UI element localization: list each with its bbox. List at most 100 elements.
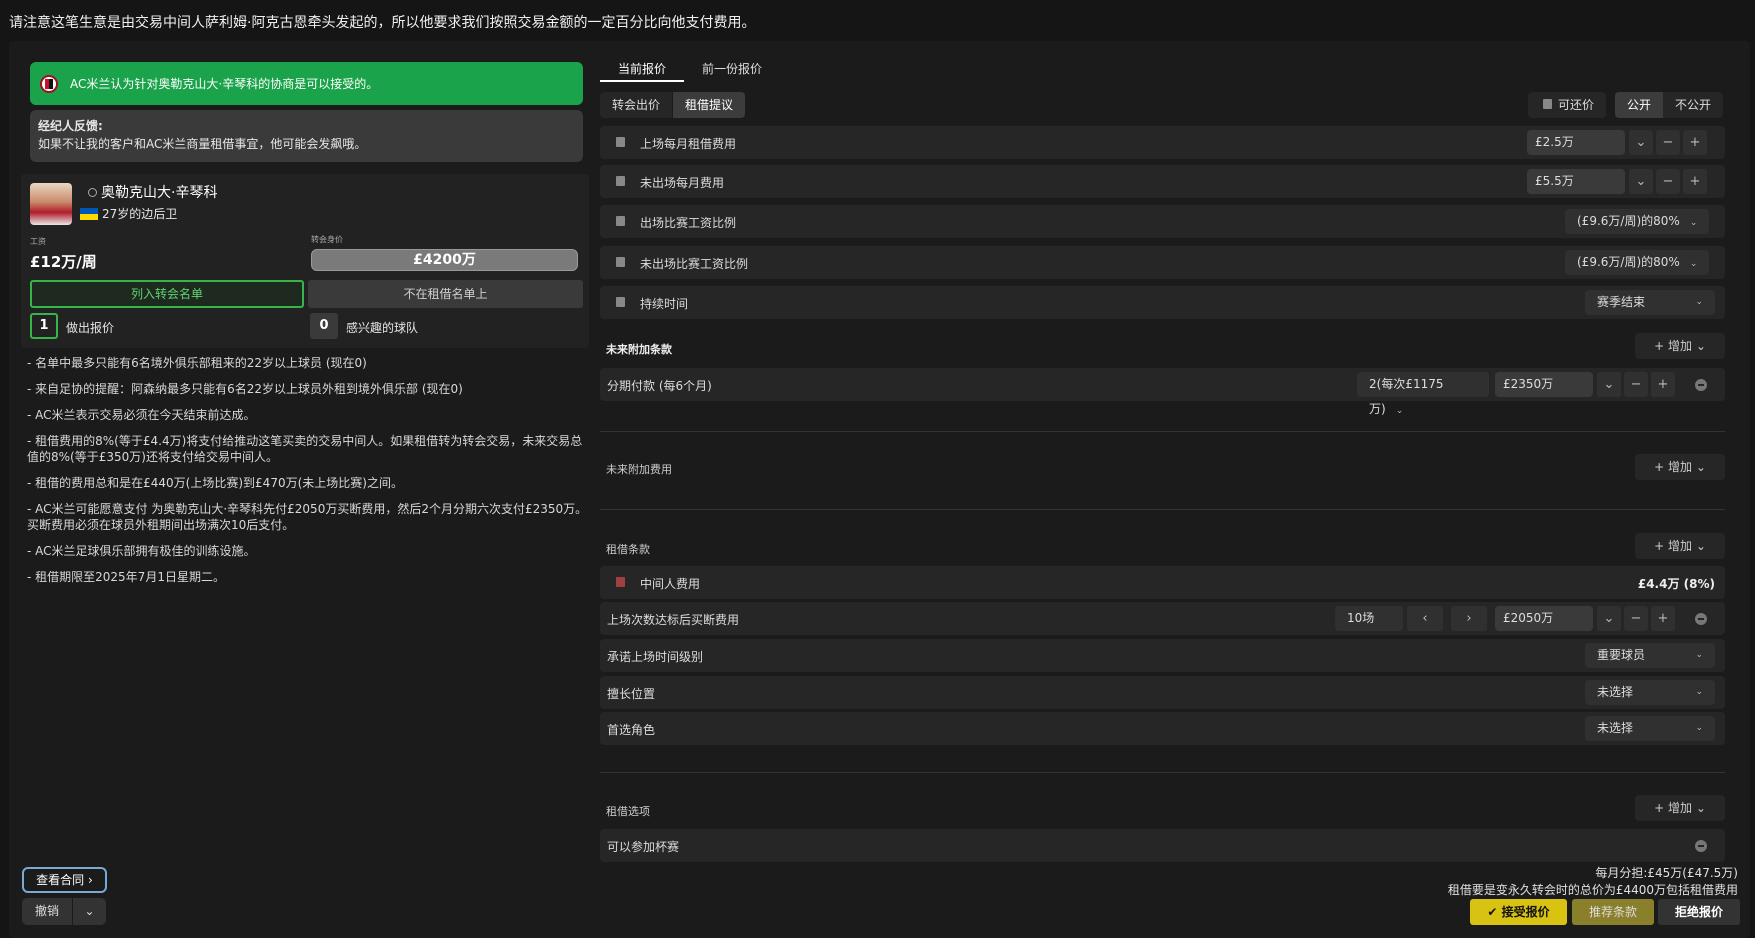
chevron-left-icon[interactable]: ‹ [1407,606,1443,631]
wage-played-dropdown[interactable]: (£9.6万/周)的80% ⌄ [1565,209,1710,234]
row-label: 上场每月租借费用 [640,137,737,151]
minus-button[interactable]: − [1656,130,1680,155]
chevron-down-icon: ⌄ [1395,406,1404,416]
row-label: 中间人费用 [640,577,701,591]
undo-button[interactable]: 撤销 [22,898,72,925]
minus-button[interactable]: − [1656,169,1680,194]
remove-clause-icon[interactable] [1695,613,1707,625]
wage-value: £12万/周 [30,253,97,271]
add-future-clause-button[interactable]: + 增加 ⌄ [1635,333,1725,359]
chevron-down-icon: ⌄ [1695,801,1706,815]
note-item: - 名单中最多只能有6名境外俱乐部租来的22岁以上球员 (现在0) [27,356,367,370]
add-label: 增加 [1667,460,1692,474]
add-label: 增加 [1667,801,1692,815]
note-item: - AC米兰表示交易必须在今天结束前达成。 [27,408,256,422]
note-item: - 租借的费用总和是在£440万(上场比赛)到£470万(未上场比赛)之间。 [27,476,403,490]
chevron-down-icon[interactable]: ⌄ [1597,606,1621,631]
playing-time-dropdown[interactable]: 重要球员 ⌄ [1585,643,1715,668]
lock-icon[interactable] [616,137,625,147]
plus-icon: + [1654,801,1665,815]
plus-icon: + [1654,460,1665,474]
monthly-share-summary: 每月分担:£45万(£47.5万) [1595,866,1738,880]
lock-icon[interactable] [616,257,625,267]
divider [600,509,1725,510]
installment-value-input[interactable]: £2350万 [1495,372,1593,397]
position-dropdown[interactable]: 未选择 ⌄ [1585,680,1715,705]
value-label: 转会身价 [311,235,343,244]
check-icon: ✔ [1487,905,1498,919]
recommend-terms-button[interactable]: 推荐条款 [1572,899,1654,925]
buyout-apps-dropdown[interactable]: 10场⌄ [1335,606,1403,650]
add-loan-term-button[interactable]: + 增加 ⌄ [1635,533,1725,559]
negotiable-toggle[interactable]: 可还价 [1528,92,1607,118]
buyout-value-input[interactable]: £2050万 [1495,606,1593,631]
row-label: 擅长位置 [607,687,656,701]
view-contract-button[interactable]: 查看合同 › [22,867,107,893]
minus-button[interactable]: − [1624,606,1648,631]
row-agent-fee: 中间人费用 £4.4万 (8%) [600,566,1725,599]
wage-unplayed-dropdown[interactable]: (£9.6万/周)的80% ⌄ [1565,250,1710,275]
add-loan-option-button[interactable]: + 增加 ⌄ [1635,795,1725,821]
view-contract-label: 查看合同 [36,873,85,887]
row-buyout-fee: 上场次数达标后买断费用 10场⌄ ‹ › £2050万 ⌄ − + [600,602,1725,650]
monthly-played-fee-input[interactable]: £2.5万 [1527,130,1625,155]
row-installment: 分期付款 (每6个月) 2(每次£1175万) ⌄ £2350万 ⌄ − + [600,368,1725,416]
row-monthly-played-fee: 上场每月租借费用 £2.5万 ⌄ − + [600,126,1725,159]
remove-clause-icon[interactable] [1695,379,1707,391]
interested-count-badge[interactable]: 0 [310,313,338,339]
loan-list-status-button[interactable]: 不在租借名单上 [308,280,583,308]
row-cup-games: 可以参加杯赛 [600,829,1725,862]
role-dropdown[interactable]: 未选择 ⌄ [1585,716,1715,741]
tab-current-offer[interactable]: 当前报价 [618,60,666,77]
chevron-down-icon[interactable]: ⌄ [1597,372,1621,397]
accept-offer-button[interactable]: ✔ 接受报价 [1470,899,1567,925]
add-label: 增加 [1667,539,1692,553]
lock-icon[interactable] [616,297,625,307]
chevron-down-icon[interactable]: ⌄ [1629,169,1653,194]
deal-notice: 请注意这笔生意是由交易中间人萨利姆·阿克古恩牵头发起的，所以他要求我们按照交易金… [9,15,756,31]
row-label: 未出场比赛工资比例 [640,257,749,271]
row-wage-played: 出场比赛工资比例 (£9.6万/周)的80% ⌄ [600,205,1725,238]
ac-milan-badge-icon [40,74,58,93]
segment-loan-offer[interactable]: 租借提议 [673,92,746,118]
note-item: - AC米兰足球俱乐部拥有极佳的训练设施。 [27,544,256,558]
player-name[interactable]: 奥勒克山大·辛琴科 [101,182,217,202]
player-name-row[interactable]: 奥勒克山大·辛琴科 [88,182,217,202]
dropdown-value: (£9.6万/周)的80% [1577,214,1680,228]
note-item: - 来自足协的提醒：阿森纳最多只能有6名22岁以上球员外租到境外俱乐部 (现在0… [27,382,463,396]
add-future-fee-button[interactable]: + 增加 ⌄ [1635,454,1725,480]
future-clauses-title: 未来附加条款 [606,343,672,356]
lock-icon[interactable] [616,176,625,186]
chevron-down-icon[interactable]: ⌄ [1629,130,1653,155]
segment-transfer-bid[interactable]: 转会出价 [600,92,673,118]
add-label: 增加 [1667,339,1692,353]
plus-button[interactable]: + [1683,169,1707,194]
player-avatar[interactable] [30,183,72,225]
minus-button[interactable]: − [1624,372,1648,397]
installment-count-dropdown[interactable]: 2(每次£1175万) ⌄ [1357,372,1489,416]
tab-previous-offer[interactable]: 前一份报价 [702,60,762,77]
visibility-public[interactable]: 公开 [1615,92,1664,118]
plus-button[interactable]: + [1683,130,1707,155]
row-role: 首选角色 未选择 ⌄ [600,712,1725,745]
plus-icon: + [1654,339,1665,353]
chevron-down-icon: ⌄ [1695,650,1703,660]
plus-button[interactable]: + [1651,372,1675,397]
lock-icon [616,577,625,587]
visibility-private[interactable]: 不公开 [1663,92,1724,118]
plus-button[interactable]: + [1651,606,1675,631]
player-age-position: 27岁的边后卫 [80,205,177,222]
undo-dropdown-button[interactable]: ⌄ [73,898,106,925]
lock-icon[interactable] [616,216,625,226]
chevron-down-icon: ⌄ [1695,723,1703,733]
monthly-unplayed-fee-input[interactable]: £5.5万 [1527,169,1625,194]
duration-dropdown[interactable]: 赛季结束 ⌄ [1585,290,1715,315]
chevron-right-icon[interactable]: › [1451,606,1487,631]
remove-option-icon[interactable] [1695,840,1707,852]
offers-count-badge[interactable]: 1 [30,313,58,339]
add-to-transfer-list-button[interactable]: 列入转会名单 [30,280,304,308]
reject-offer-button[interactable]: 拒绝报价 [1658,899,1740,925]
row-label: 上场次数达标后买断费用 [607,613,740,627]
interested-label: 感兴趣的球队 [346,321,419,335]
chevron-down-icon: ⌄ [1695,297,1703,307]
